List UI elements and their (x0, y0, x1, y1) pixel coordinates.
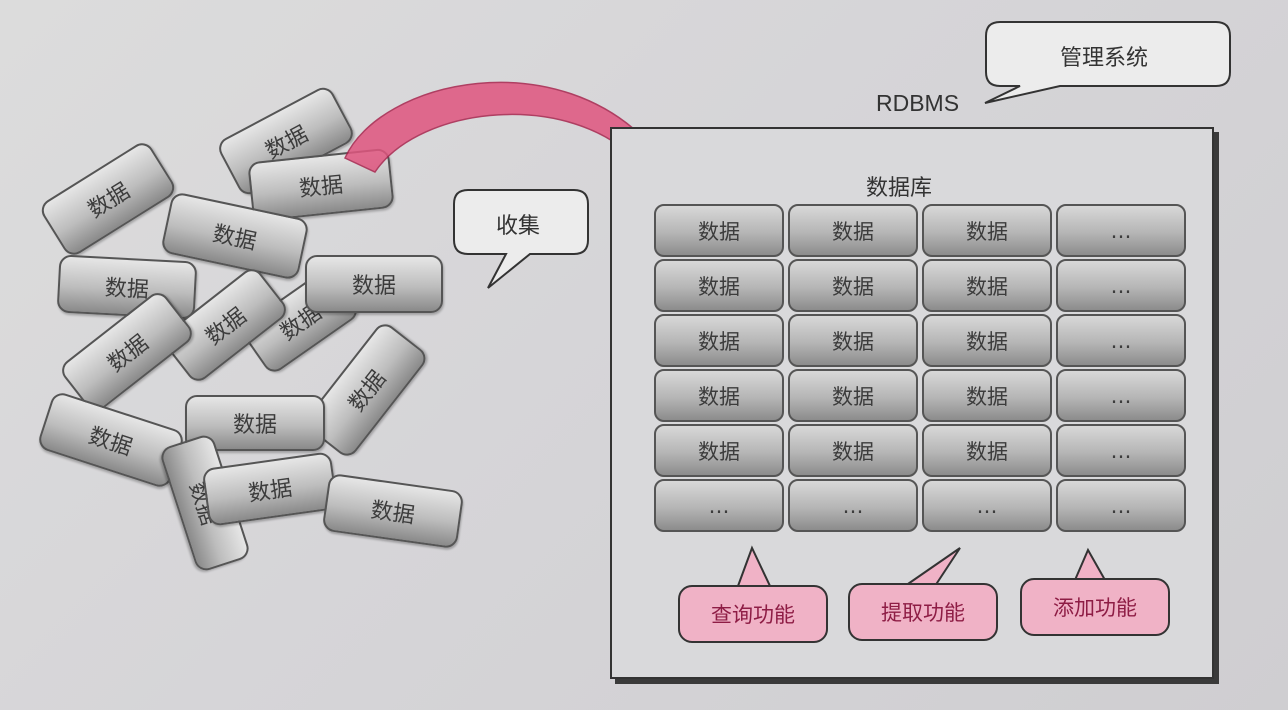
add-bubble-tail (1073, 547, 1107, 581)
extract-function-bubble: 提取功能 (848, 583, 998, 641)
extract-bubble-tail (901, 547, 961, 587)
query-bubble-tail (736, 545, 772, 587)
query-function-bubble: 查询功能 (678, 585, 828, 643)
add-function-bubble: 添加功能 (1020, 578, 1170, 636)
